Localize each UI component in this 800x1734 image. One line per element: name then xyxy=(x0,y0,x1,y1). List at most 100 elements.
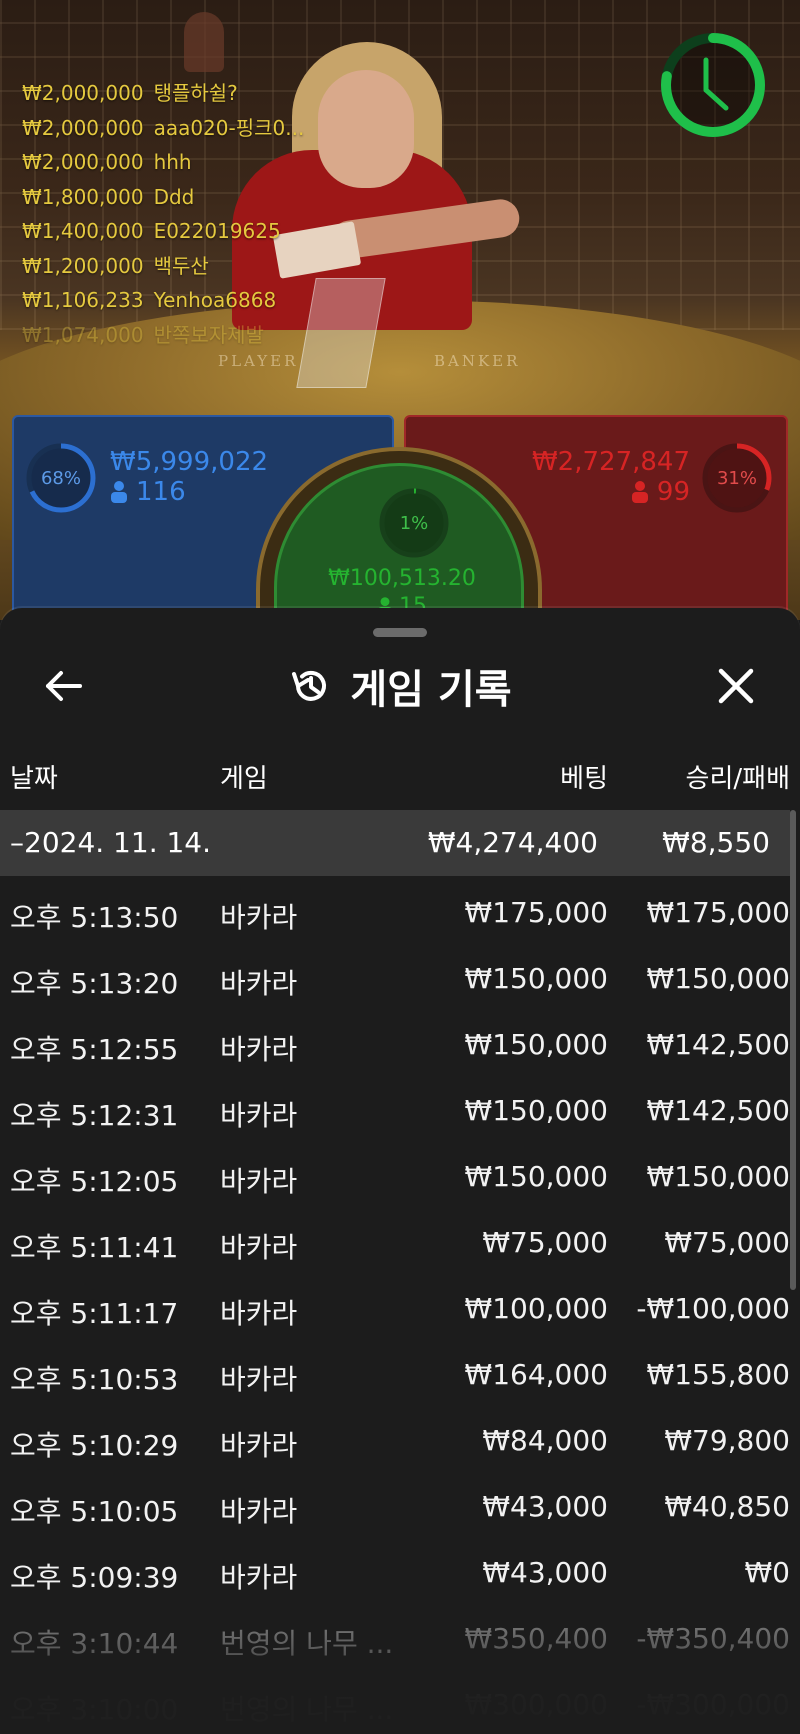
leader-name: aaa020-핑크0... xyxy=(153,115,305,140)
history-row[interactable]: 오후 5:12:31 바카라 ₩150,000 ₩142,500 xyxy=(0,1080,800,1146)
tie-percent-ring: 1% xyxy=(377,486,451,560)
group-total-bet: ₩4,274,400 xyxy=(427,826,598,859)
leader-amount: ₩1,400,000 xyxy=(22,219,144,243)
row-win-loss: -₩300,000 xyxy=(636,1688,790,1721)
table-header: 날짜 게임 베팅 승리/패배 xyxy=(0,758,800,810)
tie-bet-amount: ₩100,513.20 xyxy=(328,566,476,591)
date-group-row[interactable]: –2024. 11. 14. ₩4,274,400 ₩8,550 xyxy=(0,810,790,876)
scrollbar[interactable] xyxy=(790,810,796,1290)
leader-name: 백두산 xyxy=(153,253,209,278)
row-time: 오후 5:12:31 xyxy=(10,1099,179,1132)
row-bet: ₩150,000 xyxy=(464,1160,608,1193)
player-bet-amount: ₩5,999,022 xyxy=(110,447,269,477)
row-win-loss: ₩150,000 xyxy=(646,1160,790,1193)
row-time: 오후 3:10:44 xyxy=(10,1627,179,1660)
history-row[interactable]: 오후 3:10:44 번영의 나무 ... ₩350,400 -₩350,400 xyxy=(0,1608,800,1674)
row-time: 오후 5:11:41 xyxy=(10,1231,179,1264)
row-game: 바카라 xyxy=(220,901,298,934)
row-time: 오후 5:10:53 xyxy=(10,1363,179,1396)
row-game: 번영의 나무 ... xyxy=(220,1627,394,1660)
game-history-sheet: 게임 기록 날짜 게임 베팅 승리/패배 –2024. 11. 14. ₩4,2… xyxy=(0,608,800,1734)
leader-amount: ₩2,000,000 xyxy=(22,115,144,140)
row-bet: ₩43,000 xyxy=(482,1556,608,1589)
history-row[interactable]: 오후 5:10:53 바카라 ₩164,000 ₩155,800 xyxy=(0,1344,800,1410)
row-game: 바카라 xyxy=(220,1561,298,1594)
page-title: 게임 기록 xyxy=(350,667,512,713)
history-row[interactable]: 오후 5:12:05 바카라 ₩150,000 ₩150,000 xyxy=(0,1146,800,1212)
player-count-value: 116 xyxy=(136,477,186,507)
history-row[interactable]: 오후 5:13:20 바카라 ₩150,000 ₩150,000 xyxy=(0,948,800,1014)
history-row[interactable]: 오후 5:11:41 바카라 ₩75,000 ₩75,000 xyxy=(0,1212,800,1278)
banker-bettor-count: 99 xyxy=(631,477,690,507)
row-game: 바카라 xyxy=(220,1363,298,1396)
leader-name: 반쪽보자제발 xyxy=(153,322,264,347)
leaderboard-entry: ₩2,000,000 aaa020-핑크0... xyxy=(22,111,304,146)
history-list: 오후 5:13:50 바카라 ₩175,000 ₩175,000 오후 5:13:20 바… xyxy=(0,882,800,1734)
row-time: 오후 5:10:29 xyxy=(10,1429,179,1462)
column-header-date: 날짜 xyxy=(10,764,58,794)
arrow-left-icon xyxy=(46,671,82,701)
leaderboard-entry: ₩1,400,000 E022019625 xyxy=(22,214,304,249)
row-win-loss: ₩0 xyxy=(744,1556,791,1589)
leaderboard: ₩2,000,000 탱플하쉴? ₩2,000,000 aaa020-핑크0... ₩2… xyxy=(22,76,304,352)
history-row[interactable]: 오후 5:13:50 바카라 ₩175,000 ₩175,000 xyxy=(0,882,800,948)
leader-amount: ₩1,074,000 xyxy=(22,322,144,347)
background-dealer xyxy=(184,12,224,72)
row-time: 오후 3:10:00 xyxy=(10,1693,179,1726)
row-time: 오후 5:12:55 xyxy=(10,1033,179,1066)
sheet-header: 게임 기록 xyxy=(0,658,800,714)
row-bet: ₩43,000 xyxy=(482,1490,608,1523)
row-win-loss: ₩142,500 xyxy=(646,1028,790,1061)
column-header-game: 게임 xyxy=(220,764,268,794)
row-bet: ₩164,000 xyxy=(464,1358,608,1391)
row-bet: ₩350,400 xyxy=(464,1622,608,1655)
back-button[interactable] xyxy=(36,658,92,714)
dealer-face xyxy=(318,70,414,188)
close-button[interactable] xyxy=(708,658,764,714)
row-game: 바카라 xyxy=(220,1165,298,1198)
leader-name: E022019625 xyxy=(153,219,281,243)
row-win-loss: ₩75,000 xyxy=(664,1226,790,1259)
column-header-bet: 베팅 xyxy=(560,764,608,794)
leaderboard-entry: ₩1,074,000 반쪽보자제발 xyxy=(22,318,304,353)
row-game: 바카라 xyxy=(220,1429,298,1462)
row-bet: ₩150,000 xyxy=(464,962,608,995)
leader-amount: ₩1,106,233 xyxy=(22,288,144,312)
leaderboard-entry: ₩1,200,000 백두산 xyxy=(22,249,304,284)
row-time: 오후 5:09:39 xyxy=(10,1561,179,1594)
table-banker-label: BANKER xyxy=(434,352,521,370)
row-bet: ₩150,000 xyxy=(464,1028,608,1061)
row-time: 오후 5:13:50 xyxy=(10,901,179,934)
player-bettor-count: 116 xyxy=(110,477,186,507)
leaderboard-entry: ₩1,106,233 Yenhoa6868 xyxy=(22,283,304,318)
history-row[interactable]: 오후 5:12:55 바카라 ₩150,000 ₩142,500 xyxy=(0,1014,800,1080)
history-row[interactable]: 오후 5:10:05 바카라 ₩43,000 ₩40,850 xyxy=(0,1476,800,1542)
group-total-win-loss: ₩8,550 xyxy=(662,826,770,859)
row-bet: ₩175,000 xyxy=(464,896,608,929)
history-row[interactable]: 오후 5:10:29 바카라 ₩84,000 ₩79,800 xyxy=(0,1410,800,1476)
row-bet: ₩300,000 xyxy=(464,1688,608,1721)
leader-amount: ₩2,000,000 xyxy=(22,81,144,105)
leader-amount: ₩1,200,000 xyxy=(22,253,144,278)
row-game: 바카라 xyxy=(220,967,298,1000)
banker-percent: 31% xyxy=(716,467,757,489)
row-win-loss: ₩40,850 xyxy=(664,1490,790,1523)
close-icon xyxy=(718,668,754,704)
row-win-loss: -₩350,400 xyxy=(636,1622,790,1655)
row-win-loss: ₩142,500 xyxy=(646,1094,790,1127)
table-player-label: PLAYER xyxy=(218,352,299,370)
row-win-loss: -₩100,000 xyxy=(636,1292,790,1325)
row-time: 오후 5:10:05 xyxy=(10,1495,179,1528)
leaderboard-entry: ₩2,000,000 탱플하쉴? xyxy=(22,76,304,111)
history-row[interactable]: 오후 5:09:39 바카라 ₩43,000 ₩0 xyxy=(0,1542,800,1608)
row-win-loss: ₩175,000 xyxy=(646,896,790,929)
row-bet: ₩75,000 xyxy=(482,1226,608,1259)
row-bet: ₩150,000 xyxy=(464,1094,608,1127)
row-time: 오후 5:11:17 xyxy=(10,1297,179,1330)
row-win-loss: ₩150,000 xyxy=(646,962,790,995)
history-row[interactable]: 오후 3:10:00 번영의 나무 ... ₩300,000 -₩300,000 xyxy=(0,1674,800,1734)
drag-handle[interactable] xyxy=(373,628,427,637)
player-percent-ring: 68% xyxy=(24,441,98,515)
leaderboard-entry: ₩1,800,000 Ddd xyxy=(22,180,304,215)
history-row[interactable]: 오후 5:11:17 바카라 ₩100,000 -₩100,000 xyxy=(0,1278,800,1344)
